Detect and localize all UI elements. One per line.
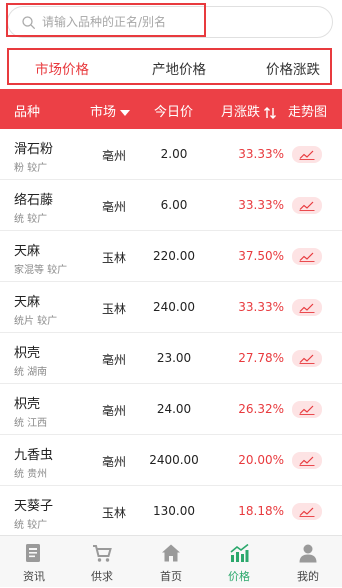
row-price: 24.00 (156, 402, 192, 416)
row-name: 九香虫 (14, 448, 54, 463)
row-change: 26.32% (238, 402, 284, 416)
table-row[interactable]: 天麻 家混等 较广 玉林 220.00 37.50% (0, 231, 342, 282)
cart-icon (93, 545, 112, 562)
row-name: 天麻 (14, 244, 41, 259)
row-price: 220.00 (153, 249, 195, 263)
news-icon (26, 544, 40, 562)
row-price: 2.00 (160, 147, 188, 161)
trend-chart-icon (299, 456, 315, 466)
trend-button[interactable] (292, 197, 322, 214)
row-market: 玉林 (102, 251, 127, 265)
nav-price-label: 价格 (228, 570, 250, 583)
tab-market-price[interactable]: 市场价格 (35, 58, 89, 78)
trend-chart-icon (299, 507, 315, 517)
table-row[interactable]: 九香虫 统 贵州 亳州 2400.00 20.00% (0, 435, 342, 486)
trend-button[interactable] (292, 299, 322, 316)
row-market: 亳州 (102, 353, 127, 367)
table-row[interactable]: 枳壳 统 湖南 亳州 23.00 27.78% (0, 333, 342, 384)
user-icon (299, 544, 317, 563)
nav-news-label: 资讯 (23, 570, 45, 583)
nav-supply-label: 供求 (91, 570, 113, 583)
caret-down-icon (120, 109, 131, 116)
row-change: 33.33% (238, 147, 284, 161)
row-change: 20.00% (238, 453, 284, 467)
trend-chart-icon (299, 303, 315, 313)
row-price: 23.00 (156, 351, 192, 365)
row-name: 滑石粉 (14, 142, 54, 157)
row-spec: 统 贵州 (14, 469, 48, 480)
row-change: 33.33% (238, 300, 284, 314)
row-market: 玉林 (102, 302, 127, 316)
row-name: 枳壳 (14, 397, 41, 412)
row-market: 玉林 (102, 506, 127, 520)
tab-bar: 市场价格 产地价格 价格涨跌 (7, 48, 332, 85)
table-row[interactable]: 天麻 统片 较广 玉林 240.00 33.33% (0, 282, 342, 333)
row-spec: 统 湖南 (14, 367, 48, 378)
row-price: 6.00 (160, 198, 188, 212)
nav-profile[interactable]: 我的 (274, 536, 342, 588)
table-row[interactable]: 滑石粉 粉 较广 亳州 2.00 33.33% (0, 129, 342, 180)
row-spec: 统 较广 (14, 520, 48, 531)
trend-button[interactable] (292, 452, 322, 469)
table-row[interactable]: 天葵子 统 较广 玉林 130.00 18.18% (0, 486, 342, 537)
trend-chart-icon (299, 150, 315, 160)
trend-button[interactable] (292, 350, 322, 367)
chart-icon (230, 543, 249, 562)
header-change-label: 月涨跌 (221, 105, 261, 120)
tab-origin-price[interactable]: 产地价格 (152, 58, 206, 78)
table-header: 品种 市场 今日价 月涨跌 走势图 (0, 89, 342, 129)
trend-button[interactable] (292, 248, 322, 265)
row-name: 天麻 (14, 295, 41, 310)
row-change: 18.18% (238, 504, 284, 518)
row-change: 37.50% (238, 249, 284, 263)
row-price: 2400.00 (149, 453, 199, 467)
header-variety: 品种 (14, 105, 41, 120)
trend-button[interactable] (292, 146, 322, 163)
nav-supply[interactable]: 供求 (68, 536, 136, 588)
trend-chart-icon (299, 252, 315, 262)
trend-chart-icon (299, 405, 315, 415)
row-name: 天葵子 (14, 499, 54, 514)
trend-button[interactable] (292, 401, 322, 418)
search-highlight-box (6, 3, 206, 37)
row-price: 240.00 (153, 300, 195, 314)
row-spec: 统 江西 (14, 418, 48, 429)
tab-price-change[interactable]: 价格涨跌 (266, 58, 320, 78)
nav-news[interactable]: 资讯 (0, 536, 68, 588)
row-spec: 粉 较广 (14, 163, 48, 174)
row-spec: 家混等 较广 (14, 265, 68, 276)
tab-active-indicator (30, 83, 100, 85)
row-name: 枳壳 (14, 346, 41, 361)
home-icon (162, 544, 180, 562)
header-market-label: 市场 (90, 105, 117, 120)
row-market: 亳州 (102, 455, 127, 469)
sort-icon (264, 106, 277, 119)
table-row[interactable]: 枳壳 统 江西 亳州 24.00 26.32% (0, 384, 342, 435)
table-row[interactable]: 络石藤 统 较广 亳州 6.00 33.33% (0, 180, 342, 231)
header-market[interactable]: 市场 (90, 101, 131, 120)
trend-button[interactable] (292, 503, 322, 520)
row-spec: 统片 较广 (14, 316, 58, 327)
header-price[interactable]: 今日价 (154, 101, 193, 120)
bottom-nav: 资讯 供求 首页 价格 我的 (0, 535, 342, 587)
row-market: 亳州 (102, 404, 127, 418)
row-spec: 统 较广 (14, 214, 48, 225)
row-market: 亳州 (102, 149, 127, 163)
row-name: 络石藤 (14, 193, 54, 208)
nav-home[interactable]: 首页 (137, 536, 205, 588)
nav-profile-label: 我的 (297, 570, 319, 583)
row-price: 130.00 (153, 504, 195, 518)
header-trend: 走势图 (288, 105, 328, 120)
row-change: 27.78% (238, 351, 284, 365)
nav-home-label: 首页 (160, 570, 182, 583)
trend-chart-icon (299, 201, 315, 211)
row-market: 亳州 (102, 200, 127, 214)
header-change[interactable]: 月涨跌 (221, 101, 277, 120)
nav-price[interactable]: 价格 (205, 536, 273, 588)
row-change: 33.33% (238, 198, 284, 212)
trend-chart-icon (299, 354, 315, 364)
